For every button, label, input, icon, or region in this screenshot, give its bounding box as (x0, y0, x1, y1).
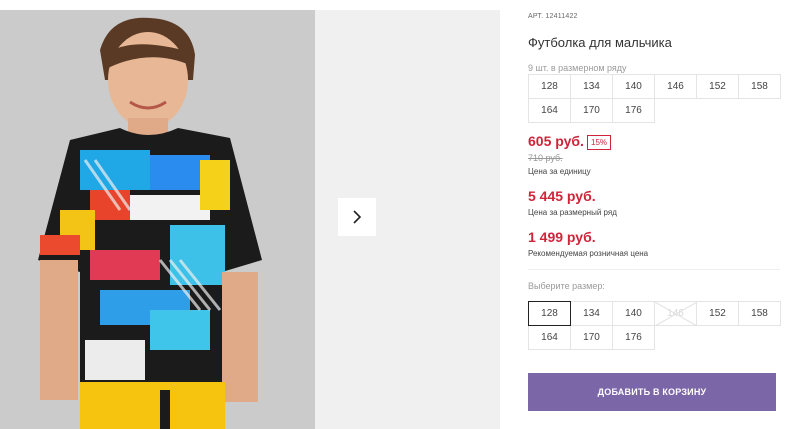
size-option-140[interactable]: 140 (612, 301, 655, 326)
size-info-cell: 170 (570, 98, 613, 123)
size-option-164[interactable]: 164 (528, 325, 571, 350)
size-option-128[interactable]: 128 (528, 301, 571, 326)
size-option-134[interactable]: 134 (570, 301, 613, 326)
size-selector: 128 134 140 146 152 158 164 170 176 (528, 301, 781, 350)
size-info-cell: 128 (528, 74, 571, 99)
unit-price: 605 руб. (528, 133, 584, 149)
size-option-152[interactable]: 152 (696, 301, 739, 326)
article-number: АРТ. 12411422 (528, 13, 578, 20)
size-info-cell: 176 (612, 98, 655, 123)
unit-price-label: Цена за единицу (528, 167, 591, 176)
chevron-right-icon (353, 210, 362, 224)
choose-size-label: Выберите размер: (528, 281, 605, 291)
unavailable-cross-icon (655, 302, 697, 326)
size-option-170[interactable]: 170 (570, 325, 613, 350)
add-to-cart-button[interactable]: ДОБАВИТЬ В КОРЗИНУ (528, 373, 776, 411)
discount-badge: 15% (587, 135, 612, 150)
old-price: 710 руб. (528, 153, 563, 163)
size-info-cell: 158 (738, 74, 781, 99)
size-option-146-unavailable: 146 (654, 301, 697, 326)
product-photo (0, 10, 315, 429)
size-option-176[interactable]: 176 (612, 325, 655, 350)
size-info-cell: 164 (528, 98, 571, 123)
product-info: АРТ. 12411422 Футболка для мальчика 9 шт… (500, 0, 800, 429)
size-info-cell: 146 (654, 74, 697, 99)
product-gallery (0, 10, 500, 429)
size-info-cell: 140 (612, 74, 655, 99)
size-option-158[interactable]: 158 (738, 301, 781, 326)
size-info-cell: 134 (570, 74, 613, 99)
row-price-label: Цена за размерный ряд (528, 208, 617, 217)
size-info-cell: 152 (696, 74, 739, 99)
recommended-price: 1 499 руб. (528, 229, 596, 245)
recommended-price-label: Рекомендуемая розничная цена (528, 249, 649, 258)
divider (528, 269, 780, 270)
boy-tshirt-image (0, 10, 315, 429)
next-image-button[interactable] (338, 198, 376, 236)
row-price: 5 445 руб. (528, 188, 596, 204)
size-row-info: 128 134 140 146 152 158 164 170 176 (528, 74, 781, 123)
pack-note: 9 шт. в размерном ряду (528, 63, 627, 73)
product-title: Футболка для мальчика (528, 35, 672, 50)
next-image-panel (315, 10, 500, 429)
